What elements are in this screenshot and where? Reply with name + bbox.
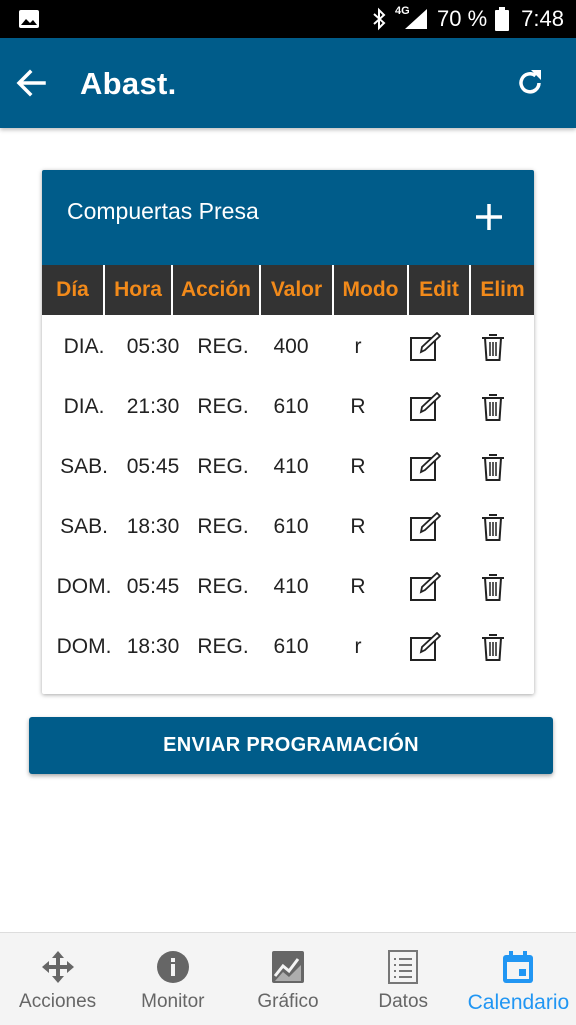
refresh-icon[interactable] <box>514 67 546 99</box>
trash-icon[interactable] <box>473 557 513 617</box>
cell-modo: R <box>350 455 366 478</box>
cell-valor: 410 <box>273 455 309 478</box>
app-bar: Abast. <box>0 38 576 128</box>
table-row: DOM. 05:45 REG. 410 R <box>42 557 534 617</box>
cell-accion: REG. <box>197 515 249 538</box>
card-title: Compuertas Presa <box>67 198 259 224</box>
status-indicators: 4G 70 % 7:48 <box>371 0 564 38</box>
trash-icon[interactable] <box>473 497 513 557</box>
cell-valor: 610 <box>273 635 309 658</box>
column-header-elim: Elim <box>471 265 534 315</box>
cell-dia: SAB. <box>60 515 108 538</box>
nav-label: Acciones <box>19 991 97 1012</box>
nav-label: Monitor <box>141 991 205 1012</box>
cell-hora: 05:30 <box>126 335 180 358</box>
cell-accion: REG. <box>197 635 249 658</box>
info-icon <box>156 951 189 983</box>
table-body: DIA. 05:30 REG. 400 r DIA. 21:30 REG. 610 R SAB. 05… <box>42 317 534 677</box>
table-row: DIA. 21:30 REG. 610 R <box>42 377 534 437</box>
trash-icon[interactable] <box>473 617 513 677</box>
nav-item-calendario[interactable]: Calendario <box>461 933 576 1025</box>
move-arrows-icon <box>41 951 74 983</box>
nav-label: Datos <box>378 991 429 1012</box>
cell-hora: 21:30 <box>126 395 180 418</box>
nav-item-grafico[interactable]: Gráfico <box>230 933 345 1025</box>
cell-accion: REG. <box>197 575 249 598</box>
clock: 7:48 <box>521 6 564 31</box>
cell-dia: DOM. <box>56 635 112 658</box>
column-header-hora: Hora <box>105 265 171 315</box>
cell-valor: 400 <box>273 335 309 358</box>
page-title: Abast. <box>80 66 177 101</box>
trash-icon[interactable] <box>473 317 513 377</box>
cell-modo: R <box>350 395 366 418</box>
cell-modo: r <box>354 335 362 358</box>
calendar-icon <box>503 951 534 983</box>
battery-icon <box>495 7 510 31</box>
card-header: Compuertas Presa <box>42 170 534 265</box>
cell-valor: 610 <box>273 395 309 418</box>
column-header-valor: Valor <box>261 265 332 315</box>
send-schedule-button[interactable]: ENVIAR PROGRAMACIÓN <box>29 717 553 774</box>
column-header-dia: Día <box>42 265 103 315</box>
list-icon <box>388 950 419 984</box>
cell-modo: R <box>350 515 366 538</box>
cell-modo: R <box>350 575 366 598</box>
nav-label: Calendario <box>467 991 570 1014</box>
bottom-navigation: Acciones Monitor Gráfico Datos Calendari… <box>0 932 576 1025</box>
column-header-modo: Modo <box>334 265 407 315</box>
cell-dia: DOM. <box>56 575 112 598</box>
schedule-card: Compuertas Presa Día Hora Acción Valor M… <box>42 170 534 694</box>
cell-hora: 05:45 <box>126 455 180 478</box>
table-row: SAB. 18:30 REG. 610 R <box>42 497 534 557</box>
gallery-notification-icon <box>19 10 39 28</box>
cell-accion: REG. <box>197 395 249 418</box>
column-header-edit: Edit <box>409 265 469 315</box>
cell-dia: SAB. <box>60 455 108 478</box>
cell-modo: r <box>354 635 362 658</box>
add-icon[interactable] <box>474 202 504 232</box>
bluetooth-icon <box>373 7 386 31</box>
cell-hora: 18:30 <box>126 515 180 538</box>
battery-percentage: 70 % <box>437 6 488 31</box>
cell-valor: 610 <box>273 515 309 538</box>
nav-item-datos[interactable]: Datos <box>346 933 461 1025</box>
edit-icon[interactable] <box>405 317 445 377</box>
table-row: SAB. 05:45 REG. 410 R <box>42 437 534 497</box>
edit-icon[interactable] <box>405 617 445 677</box>
table-row: DOM. 18:30 REG. 610 r <box>42 617 534 677</box>
edit-icon[interactable] <box>405 557 445 617</box>
cell-hora: 18:30 <box>126 635 180 658</box>
cell-dia: DIA. <box>63 335 105 358</box>
table-header: Día Hora Acción Valor Modo Edit Elim <box>42 265 534 317</box>
nav-item-acciones[interactable]: Acciones <box>0 933 115 1025</box>
table-row: DIA. 05:30 REG. 400 r <box>42 317 534 377</box>
nav-item-monitor[interactable]: Monitor <box>115 933 230 1025</box>
cell-hora: 05:45 <box>126 575 180 598</box>
cell-accion: REG. <box>197 455 249 478</box>
nav-label: Gráfico <box>257 991 319 1012</box>
trash-icon[interactable] <box>473 377 513 437</box>
back-arrow-icon[interactable] <box>14 65 50 101</box>
chart-icon <box>272 951 304 983</box>
cell-accion: REG. <box>197 335 249 358</box>
edit-icon[interactable] <box>405 377 445 437</box>
cell-dia: DIA. <box>63 395 105 418</box>
signal-icon: 4G <box>395 5 429 31</box>
cell-valor: 410 <box>273 575 309 598</box>
column-header-accion: Acción <box>173 265 259 315</box>
trash-icon[interactable] <box>473 437 513 497</box>
status-bar: 4G 70 % 7:48 <box>0 0 576 38</box>
edit-icon[interactable] <box>405 437 445 497</box>
edit-icon[interactable] <box>405 497 445 557</box>
